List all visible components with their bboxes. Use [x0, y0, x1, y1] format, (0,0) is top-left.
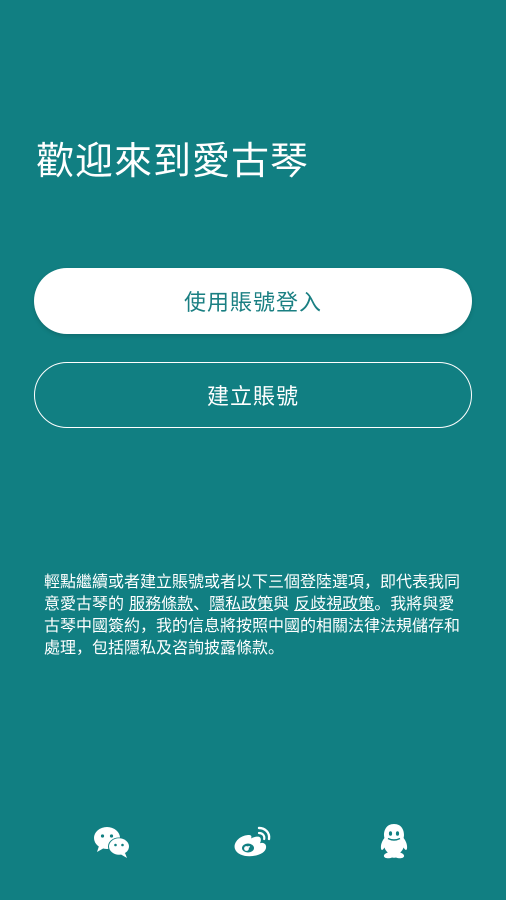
page-title: 歡迎來到愛古琴	[36, 139, 310, 183]
login-with-account-button[interactable]: 使用賬號登入	[34, 268, 472, 334]
terms-notice: 輕點繼續或者建立賬號或者以下三個登陸選項，即代表我同意愛古琴的 服務條款、隱私政…	[44, 571, 464, 659]
weibo-icon	[234, 826, 271, 857]
privacy-policy-link[interactable]: 隱私政策	[209, 594, 273, 613]
qq-login-button[interactable]	[374, 822, 414, 862]
terms-of-service-link[interactable]: 服務條款	[129, 594, 193, 613]
qq-icon	[380, 824, 408, 859]
terms-separator-1: 、	[193, 594, 210, 613]
create-button-label: 建立賬號	[206, 385, 299, 410]
login-button-label: 使用賬號登入	[183, 291, 322, 316]
anti-discrimination-policy-link[interactable]: 反歧視政策	[294, 594, 374, 613]
terms-separator-2: 與	[273, 594, 295, 613]
wechat-login-button[interactable]	[92, 822, 132, 862]
wechat-icon	[94, 827, 130, 858]
create-account-button[interactable]: 建立賬號	[34, 362, 472, 428]
weibo-login-button[interactable]	[232, 822, 272, 862]
